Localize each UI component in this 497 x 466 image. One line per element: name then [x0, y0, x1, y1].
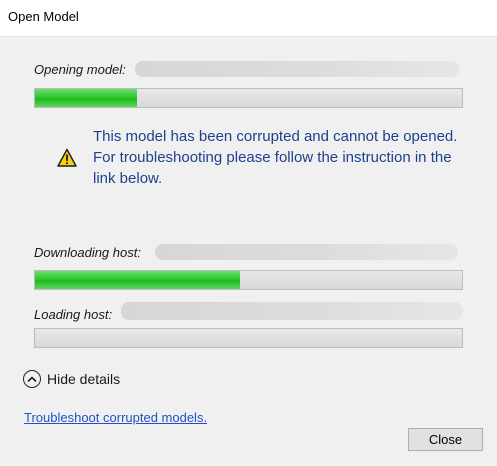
open-model-dialog: Open Model Opening model: This model has… [0, 0, 497, 466]
hide-details-label: Hide details [47, 371, 121, 387]
loading-host-progress-bar [34, 328, 463, 348]
redacted-model-name [135, 61, 459, 77]
opening-model-label: Opening model: [34, 62, 126, 77]
troubleshoot-corrupted-models-link[interactable]: Troubleshoot corrupted models. [24, 410, 207, 425]
close-button[interactable]: Close [408, 428, 483, 451]
loading-host-label: Loading host: [34, 307, 113, 322]
redacted-download-host [155, 244, 458, 260]
opening-model-progress-fill [35, 89, 138, 107]
corruption-warning-message: This model has been corrupted and cannot… [93, 128, 458, 187]
title-bar[interactable]: Open Model [0, 0, 497, 36]
downloading-host-progress-bar [34, 270, 463, 290]
downloading-host-progress-fill [35, 271, 240, 289]
chevron-up-icon [23, 370, 41, 388]
redacted-load-host [121, 302, 463, 320]
warning-icon [57, 148, 77, 167]
hide-details-toggle[interactable]: Hide details [23, 368, 120, 390]
downloading-host-label: Downloading host: [34, 245, 141, 260]
opening-model-progress-bar [34, 88, 463, 108]
window-title: Open Model [8, 9, 79, 24]
